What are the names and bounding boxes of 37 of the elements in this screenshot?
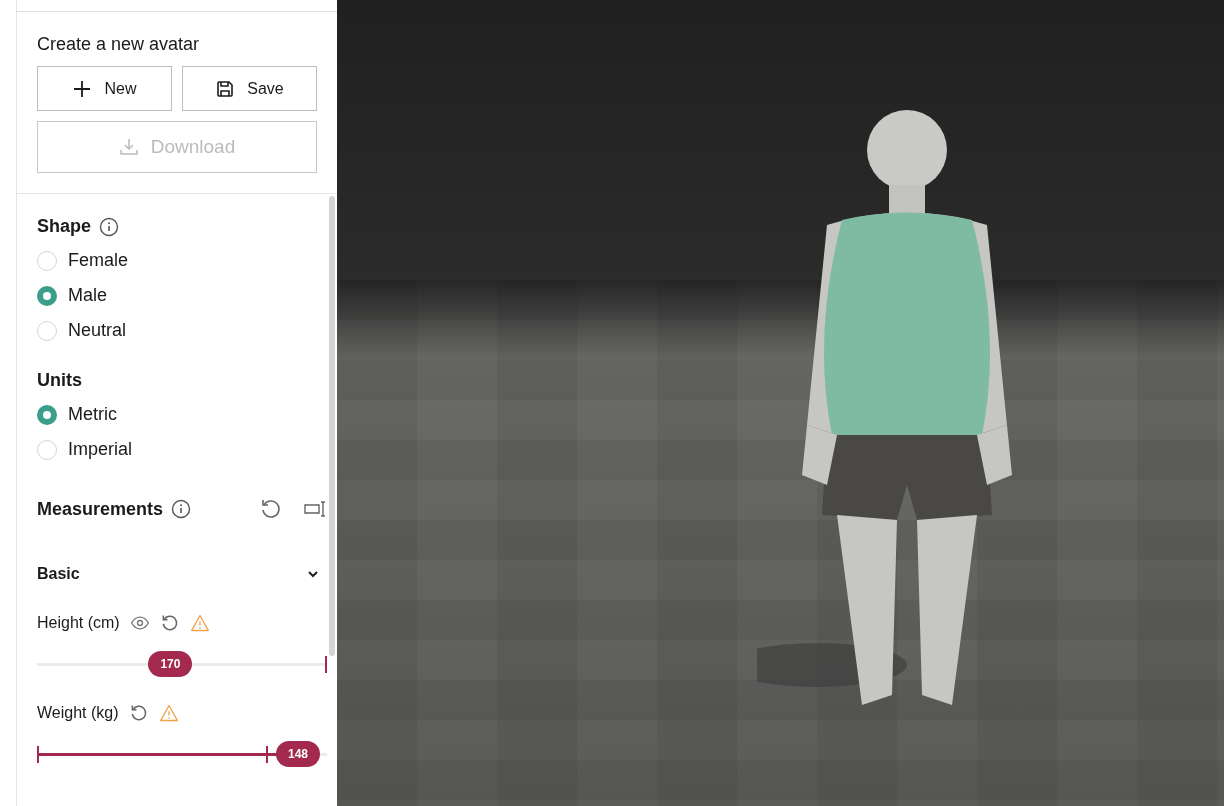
range-tick bbox=[37, 746, 39, 763]
section-title: Shape bbox=[37, 216, 92, 237]
section-title: Measurements bbox=[37, 498, 164, 520]
radio-option[interactable]: Imperial bbox=[37, 432, 329, 467]
section-title: Units bbox=[37, 370, 82, 391]
radio-option[interactable]: Neutral bbox=[37, 313, 329, 348]
chevron-icon[interactable] bbox=[307, 568, 319, 580]
radio-label: Imperial bbox=[68, 439, 133, 460]
group-title: Basic bbox=[37, 565, 80, 583]
basic-group-header[interactable]: Basic bbox=[37, 565, 329, 583]
radio-label: Neutral bbox=[68, 320, 127, 341]
radio-circle[interactable] bbox=[37, 285, 57, 306]
3d-viewport[interactable] bbox=[337, 0, 1224, 806]
slider-thumb[interactable]: 148 bbox=[276, 741, 320, 767]
range-tick bbox=[325, 656, 327, 673]
radio-label: Female bbox=[68, 250, 129, 271]
radio-circle[interactable] bbox=[37, 404, 57, 425]
range-tick bbox=[266, 746, 268, 763]
radio-label: Metric bbox=[68, 404, 117, 425]
radio-option[interactable]: Male bbox=[37, 278, 329, 313]
slider-label: Height (cm) bbox=[37, 614, 120, 632]
info-icon[interactable] bbox=[99, 216, 120, 237]
save-icon bbox=[215, 78, 236, 99]
action-button[interactable]: Save bbox=[182, 66, 317, 111]
slider-track[interactable]: 148 bbox=[37, 739, 327, 769]
action-button[interactable]: New bbox=[37, 66, 172, 111]
section-title: Create a new avatar bbox=[37, 34, 201, 55]
plus-icon bbox=[72, 78, 93, 99]
slider-label: Weight (kg) bbox=[37, 704, 119, 722]
radio-option[interactable]: Female bbox=[37, 243, 329, 278]
download-icon bbox=[118, 137, 139, 157]
radio-label: Male bbox=[68, 285, 107, 306]
info-icon[interactable] bbox=[171, 499, 192, 519]
slider-track[interactable]: 170 bbox=[37, 649, 327, 679]
slider-thumb[interactable]: 170 bbox=[148, 651, 193, 677]
reset-icon[interactable] bbox=[259, 497, 283, 521]
radio-option[interactable]: Metric bbox=[37, 397, 329, 432]
